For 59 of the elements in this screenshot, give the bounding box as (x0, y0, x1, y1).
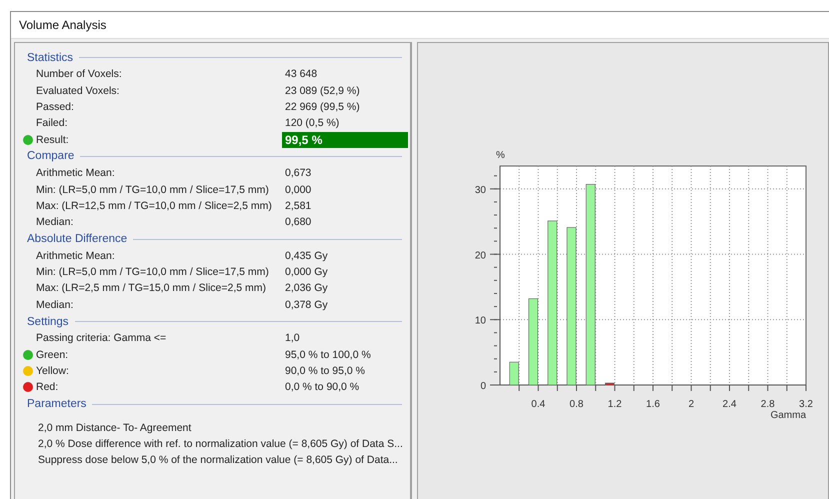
row-value: 90,0 % to 95,0 % (284, 364, 366, 378)
row-value: 23 089 (52,9 %) (284, 84, 361, 98)
y-tick-label: 0 (480, 381, 486, 392)
x-tick-label: 2.8 (760, 399, 775, 410)
x-tick-label: 1.2 (608, 399, 622, 410)
y-axis-label: % (496, 150, 505, 161)
row-label: Failed: (36, 117, 68, 130)
row-label: Min: (LR=5,0 mm / TG=10,0 mm / Slice=17,5 mm) (36, 184, 269, 196)
section-heading: Compare (15, 148, 410, 165)
row-value: 0,0 % to 90,0 % (284, 380, 360, 394)
row-value: 2,036 Gy (284, 281, 329, 296)
row-label: Arithmetic Mean: (36, 167, 115, 180)
y-tick-label: 10 (474, 316, 486, 327)
row-label: Green: (36, 348, 68, 361)
section-heading: Absolute Difference (15, 230, 410, 248)
parameter-text: 2,0 % Dose difference with ref. to normalization value (= 8,605 Gy) of Data S... (38, 438, 404, 452)
row-label: Max: (LR=12,5 mm / TG=10,0 mm / Slice=2,5 mm) (36, 200, 272, 212)
histogram-bar (604, 382, 615, 386)
row-label: Number of Voxels: (36, 68, 122, 80)
section-heading: Parameters (15, 396, 410, 413)
x-tick-label: 2 (688, 399, 694, 410)
row-value: 1,0 (284, 331, 301, 346)
row-label: Evaluated Voxels: (36, 84, 120, 97)
row-value: 43 648 (284, 67, 318, 82)
row-label: Result: (36, 134, 69, 146)
row-label: Red: (36, 381, 58, 394)
x-tick-label: 3.2 (799, 399, 813, 410)
window-title: Volume Analysis (11, 12, 829, 39)
x-tick-label: 1.6 (646, 399, 660, 410)
row-value: 0,000 Gy (284, 265, 329, 280)
row-label: Median: (36, 298, 74, 311)
x-tick-label: 2.4 (722, 399, 736, 410)
section-heading: Settings (15, 313, 410, 330)
x-axis-label: Gamma (770, 410, 806, 421)
y-tick-label: 30 (474, 184, 486, 196)
section-heading: Statistics (15, 49, 410, 66)
histogram-bar (509, 362, 519, 386)
row-label: Passing criteria: Gamma <= (36, 332, 166, 344)
row-value: 0,673 (284, 166, 312, 180)
row-label: Yellow: (36, 365, 69, 378)
row-value: 0,000 (284, 182, 312, 197)
row-label: Passed: (36, 100, 74, 113)
row-label: Arithmetic Mean: (36, 250, 115, 262)
row-label: Min: (LR=5,0 mm / TG=10,0 mm / Slice=17,5 mm) (36, 266, 269, 278)
row-value: 0,435 Gy (284, 248, 329, 263)
x-tick-label: 0.4 (531, 399, 546, 410)
parameter-text: Suppress dose below 5,0 % of the normalization value (= 8,605 Gy) of Data... (38, 454, 399, 468)
row-value: 95,0 % to 100,0 % (284, 348, 372, 362)
x-tick-label: 0.8 (570, 399, 584, 410)
result-value: 99,5 % (282, 132, 408, 148)
row-value: 2,581 (284, 198, 312, 213)
y-tick-label: 20 (474, 250, 486, 262)
row-value: 22 969 (99,5 %) (284, 100, 361, 114)
row-value: 120 (0,5 %) (284, 116, 340, 130)
row-value: 0,378 Gy (284, 298, 329, 312)
parameter-text: 2,0 mm Distance- To- Agreement (38, 422, 192, 436)
row-value: 0,680 (284, 215, 312, 230)
row-label: Max: (LR=2,5 mm / TG=15,0 mm / Slice=2,5 mm) (36, 282, 266, 294)
row-label: Median: (36, 216, 74, 228)
